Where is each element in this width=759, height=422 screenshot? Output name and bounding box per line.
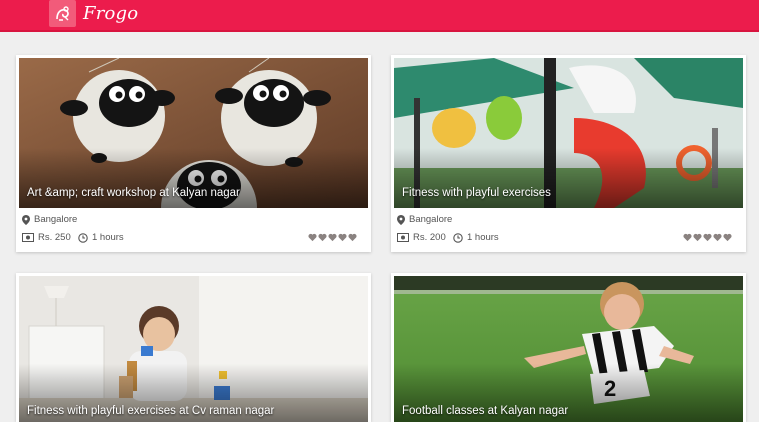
price-text: Rs. 200 [413, 232, 446, 243]
activity-title[interactable]: Fitness with playful exercises [402, 187, 551, 199]
price-text: Rs. 250 [38, 232, 71, 243]
location-pin-icon [397, 214, 405, 225]
location: Bangalore [397, 214, 452, 225]
duration-text: 1 hours [467, 232, 499, 243]
activity-title[interactable]: Fitness with playful exercises at Cv ram… [27, 405, 274, 417]
activity-photo[interactable]: Art &amp; craft workshop at Kalyan nagar [19, 58, 368, 208]
heart-icon [683, 233, 692, 242]
app-name[interactable]: Frogo [83, 3, 138, 24]
activity-title[interactable]: Art &amp; craft workshop at Kalyan nagar [27, 187, 240, 199]
rating [683, 233, 732, 242]
clock-icon [453, 232, 463, 243]
frog-logo-icon[interactable] [49, 0, 76, 27]
activity-photo[interactable]: Fitness with playful exercises at Cv ram… [19, 276, 368, 422]
money-icon [397, 233, 409, 242]
heart-icon [308, 233, 317, 242]
top-bar: Frogo [0, 0, 759, 32]
heart-icon [693, 233, 702, 242]
heart-icon [338, 233, 347, 242]
heart-icon [318, 233, 327, 242]
activity-card[interactable]: Fitness with playful exercises at Cv ram… [16, 273, 371, 422]
activity-card[interactable]: 2 Football classes at Kalyan nagar [391, 273, 746, 422]
price: Rs. 200 [397, 232, 446, 243]
money-icon [22, 233, 34, 242]
duration: 1 hours [78, 232, 124, 243]
heart-icon [713, 233, 722, 242]
heart-icon [723, 233, 732, 242]
activity-title[interactable]: Football classes at Kalyan nagar [402, 405, 568, 417]
duration-text: 1 hours [92, 232, 124, 243]
heart-icon [328, 233, 337, 242]
location-text: Bangalore [34, 214, 78, 225]
price: Rs. 250 [22, 232, 71, 243]
activity-photo[interactable]: 2 Football classes at Kalyan nagar [394, 276, 743, 422]
heart-icon [348, 233, 357, 242]
heart-icon [703, 233, 712, 242]
location-pin-icon [22, 214, 30, 225]
location-text: Bangalore [409, 214, 453, 225]
activity-card[interactable]: Art &amp; craft workshop at Kalyan nagar… [16, 55, 371, 252]
location: Bangalore [22, 214, 77, 225]
duration: 1 hours [453, 232, 499, 243]
clock-icon [78, 232, 88, 243]
activity-card[interactable]: Fitness with playful exercises Bangalore… [391, 55, 746, 252]
activity-photo[interactable]: Fitness with playful exercises [394, 58, 743, 208]
rating [308, 233, 357, 242]
